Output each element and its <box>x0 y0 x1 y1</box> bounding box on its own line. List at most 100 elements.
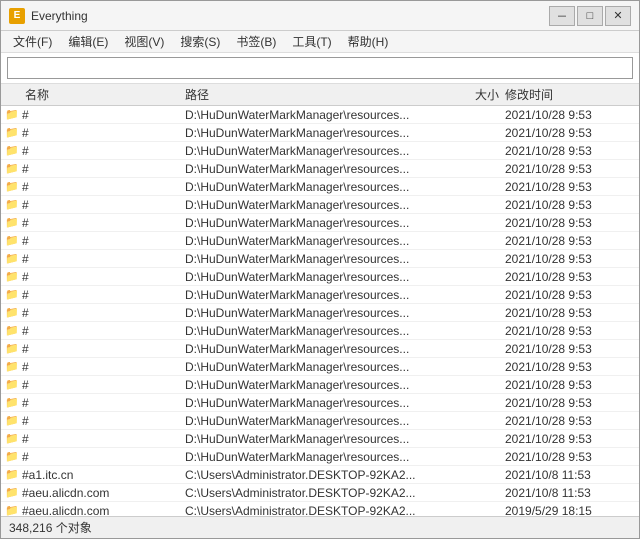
row-path-cell: C:\Users\Administrator.DESKTOP-92KA2... <box>185 468 425 482</box>
table-row[interactable]: 📁#aeu.alicdn.comC:\Users\Administrator.D… <box>1 484 639 502</box>
table-row[interactable]: 📁#D:\HuDunWaterMarkManager\resources...2… <box>1 142 639 160</box>
header-name[interactable]: 名称 <box>5 86 185 103</box>
row-path-cell: D:\HuDunWaterMarkManager\resources... <box>185 360 425 374</box>
table-row[interactable]: 📁#D:\HuDunWaterMarkManager\resources... 2… <box>1 340 639 358</box>
row-mtime-cell: 2021/10/8 11:53 <box>505 468 635 482</box>
table-row[interactable]: 📁#D:\HuDunWaterMarkManager\resources...2… <box>1 196 639 214</box>
folder-icon: 📁 <box>5 486 19 500</box>
folder-icon: 📁 <box>5 180 19 194</box>
title-bar: E Everything － □ ✕ <box>1 1 639 31</box>
row-path-cell: C:\Users\Administrator.DESKTOP-92KA2... <box>185 504 425 517</box>
folder-icon: 📁 <box>5 288 19 302</box>
row-mtime-cell: 2021/10/28 9:53 <box>505 324 635 338</box>
row-name-cell: 📁#a1.itc.cn <box>5 468 185 482</box>
row-path-cell: D:\HuDunWaterMarkManager\resources... <box>185 198 425 212</box>
header-path[interactable]: 路径 <box>185 86 425 103</box>
row-mtime-cell: 2019/5/29 18:15 <box>505 504 635 517</box>
folder-icon: 📁 <box>5 108 19 122</box>
menu-view[interactable]: 视图(V) <box>116 31 172 52</box>
table-row[interactable]: 📁#aeu.alicdn.comC:\Users\Administrator.D… <box>1 502 639 516</box>
folder-icon: 📁 <box>5 504 19 517</box>
row-path-cell: D:\HuDunWaterMarkManager\resources... <box>185 378 425 392</box>
row-name-cell: 📁# <box>5 162 185 176</box>
table-row[interactable]: 📁#D:\HuDunWaterMarkManager\resources...2… <box>1 124 639 142</box>
table-row[interactable]: 📁#D:\HuDunWaterMarkManager\resources...2… <box>1 178 639 196</box>
row-name-cell: 📁# <box>5 144 185 158</box>
table-row[interactable]: 📁#D:\HuDunWaterMarkManager\resources...2… <box>1 412 639 430</box>
folder-icon: 📁 <box>5 162 19 176</box>
row-name-cell: 📁# <box>5 234 185 248</box>
table-row[interactable]: 📁#D:\HuDunWaterMarkManager\resources...2… <box>1 232 639 250</box>
row-mtime-cell: 2021/10/28 9:53 <box>505 342 635 356</box>
row-mtime-cell: 2021/10/28 9:53 <box>505 378 635 392</box>
row-path-cell: C:\Users\Administrator.DESKTOP-92KA2... <box>185 486 425 500</box>
folder-icon: 📁 <box>5 360 19 374</box>
menu-help[interactable]: 帮助(H) <box>340 31 397 52</box>
table-row[interactable]: 📁#D:\HuDunWaterMarkManager\resources...2… <box>1 304 639 322</box>
search-input[interactable] <box>7 57 633 79</box>
table-row[interactable]: 📁#D:\HuDunWaterMarkManager\resources...2… <box>1 286 639 304</box>
row-path-cell: D:\HuDunWaterMarkManager\resources... <box>185 450 425 464</box>
table-row[interactable]: 📁#D:\HuDunWaterMarkManager\resources...2… <box>1 394 639 412</box>
row-mtime-cell: 2021/10/28 9:53 <box>505 360 635 374</box>
row-path-cell: D:\HuDunWaterMarkManager\resources... <box>185 162 425 176</box>
row-path-cell: D:\HuDunWaterMarkManager\resources... <box>185 324 425 338</box>
row-path-cell: D:\HuDunWaterMarkManager\resources... <box>185 432 425 446</box>
menu-bar: 文件(F) 编辑(E) 视图(V) 搜索(S) 书签(B) 工具(T) 帮助(H… <box>1 31 639 53</box>
table-container: 📁#D:\HuDunWaterMarkManager\resources...2… <box>1 106 639 516</box>
row-mtime-cell: 2021/10/28 9:53 <box>505 216 635 230</box>
row-name-cell: 📁# <box>5 396 185 410</box>
folder-icon: 📁 <box>5 144 19 158</box>
table-row[interactable]: 📁#D:\HuDunWaterMarkManager\resources...2… <box>1 214 639 232</box>
folder-icon: 📁 <box>5 216 19 230</box>
table-row[interactable]: 📁#a1.itc.cnC:\Users\Administrator.DESKTO… <box>1 466 639 484</box>
folder-icon: 📁 <box>5 468 19 482</box>
row-name-cell: 📁# <box>5 360 185 374</box>
search-bar <box>1 53 639 84</box>
row-name-cell: 📁# <box>5 342 185 356</box>
row-path-cell: D:\HuDunWaterMarkManager\resources... <box>185 126 425 140</box>
folder-icon: 📁 <box>5 234 19 248</box>
minimize-button[interactable]: － <box>549 6 575 26</box>
app-icon: E <box>9 8 25 24</box>
row-name-cell: 📁# <box>5 414 185 428</box>
row-name-cell: 📁# <box>5 306 185 320</box>
table-row[interactable]: 📁#D:\HuDunWaterMarkManager\resources...2… <box>1 430 639 448</box>
table-row[interactable]: 📁#D:\HuDunWaterMarkManager\resources...2… <box>1 322 639 340</box>
row-name-cell: 📁# <box>5 378 185 392</box>
row-mtime-cell: 2021/10/28 9:53 <box>505 198 635 212</box>
table-row[interactable]: 📁#D:\HuDunWaterMarkManager\resources... 2… <box>1 448 639 466</box>
table-row[interactable]: 📁#D:\HuDunWaterMarkManager\resources...2… <box>1 106 639 124</box>
menu-search[interactable]: 搜索(S) <box>172 31 228 52</box>
row-path-cell: D:\HuDunWaterMarkManager\resources... <box>185 108 425 122</box>
row-name-cell: 📁# <box>5 288 185 302</box>
row-mtime-cell: 2021/10/28 9:53 <box>505 126 635 140</box>
row-name-cell: 📁# <box>5 252 185 266</box>
folder-icon: 📁 <box>5 414 19 428</box>
maximize-button[interactable]: □ <box>577 6 603 26</box>
table-row[interactable]: 📁#D:\HuDunWaterMarkManager\resources... 2… <box>1 358 639 376</box>
menu-tools[interactable]: 工具(T) <box>284 31 339 52</box>
close-button[interactable]: ✕ <box>605 6 631 26</box>
row-name-cell: 📁#aeu.alicdn.com <box>5 504 185 517</box>
table-row[interactable]: 📁#D:\HuDunWaterMarkManager\resources...2… <box>1 160 639 178</box>
row-path-cell: D:\HuDunWaterMarkManager\resources... <box>185 342 425 356</box>
header-mtime[interactable]: 修改时间 <box>505 86 635 103</box>
row-mtime-cell: 2021/10/28 9:53 <box>505 450 635 464</box>
table-row[interactable]: 📁#D:\HuDunWaterMarkManager\resources...2… <box>1 250 639 268</box>
row-name-cell: 📁# <box>5 450 185 464</box>
header-size[interactable]: 大小 <box>425 86 505 103</box>
row-mtime-cell: 2021/10/8 11:53 <box>505 486 635 500</box>
row-path-cell: D:\HuDunWaterMarkManager\resources... <box>185 414 425 428</box>
row-mtime-cell: 2021/10/28 9:53 <box>505 144 635 158</box>
table-row[interactable]: 📁#D:\HuDunWaterMarkManager\resources...2… <box>1 268 639 286</box>
menu-bookmarks[interactable]: 书签(B) <box>228 31 284 52</box>
menu-edit[interactable]: 编辑(E) <box>60 31 116 52</box>
folder-icon: 📁 <box>5 450 19 464</box>
row-path-cell: D:\HuDunWaterMarkManager\resources... <box>185 252 425 266</box>
menu-file[interactable]: 文件(F) <box>5 31 60 52</box>
table-body[interactable]: 📁#D:\HuDunWaterMarkManager\resources...2… <box>1 106 639 516</box>
row-name-cell: 📁# <box>5 216 185 230</box>
table-row[interactable]: 📁#D:\HuDunWaterMarkManager\resources... 2… <box>1 376 639 394</box>
folder-icon: 📁 <box>5 396 19 410</box>
